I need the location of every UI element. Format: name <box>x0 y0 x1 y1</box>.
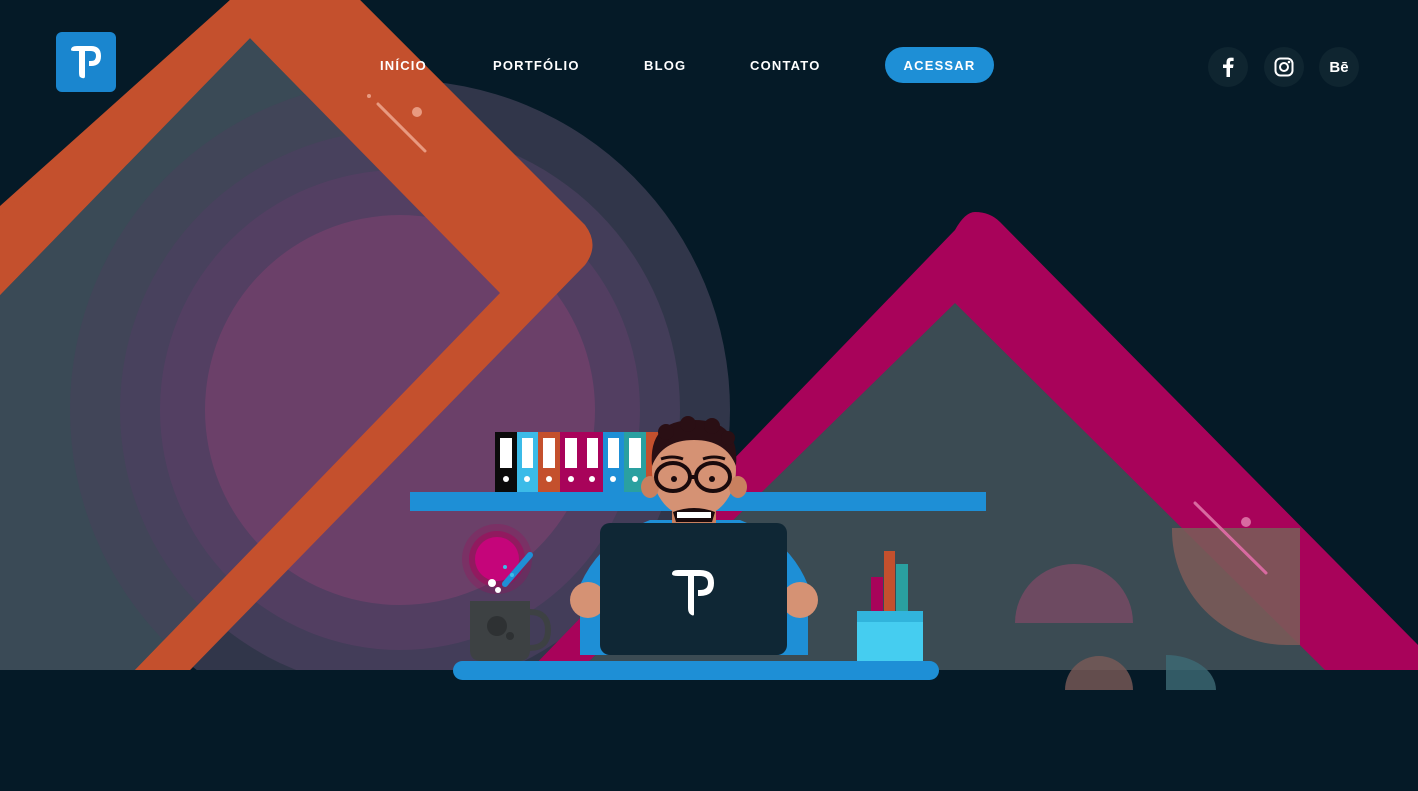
nav-blog[interactable]: BLOG <box>644 58 686 73</box>
instagram-button[interactable] <box>1264 47 1304 87</box>
behance-icon: Bē <box>1329 58 1349 76</box>
acessar-button[interactable]: ACESSAR <box>885 47 994 83</box>
laptop <box>600 523 787 655</box>
binders <box>495 432 666 492</box>
hero-illustration <box>0 0 1418 791</box>
nav-inicio[interactable]: INÍCIO <box>380 58 427 73</box>
nav-portfolio[interactable]: PORTFÓLIO <box>493 58 580 73</box>
facebook-icon <box>1223 57 1234 77</box>
desk <box>453 661 939 680</box>
logo[interactable] <box>56 32 116 92</box>
nav-contato[interactable]: CONTATO <box>750 58 821 73</box>
instagram-icon <box>1274 57 1294 77</box>
logo-p-icon <box>71 46 101 79</box>
facebook-button[interactable] <box>1208 47 1248 87</box>
behance-button[interactable]: Bē <box>1319 47 1359 87</box>
